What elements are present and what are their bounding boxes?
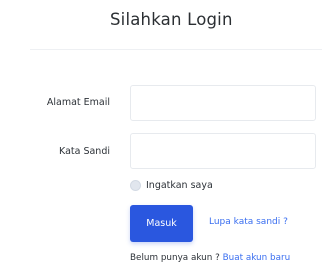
register-link[interactable]: Buat akun baru: [223, 253, 291, 263]
remember-me[interactable]: Ingatkan saya: [130, 178, 213, 192]
title-divider: [30, 49, 322, 50]
login-page: Silahkan Login Alamat Email Kata Sandi I…: [0, 0, 322, 270]
password-label: Kata Sandi: [59, 146, 110, 157]
remember-label[interactable]: Ingatkan saya: [146, 180, 213, 191]
login-button[interactable]: Masuk: [130, 205, 193, 242]
email-label: Alamat Email: [46, 97, 110, 108]
email-field[interactable]: [130, 85, 316, 121]
register-line: Belum punya akun ? Buat akun baru: [130, 253, 290, 263]
remember-checkbox[interactable]: [130, 179, 141, 191]
forgot-password-link[interactable]: Lupa kata sandi ?: [209, 217, 288, 227]
register-prompt: Belum punya akun ?: [130, 253, 223, 263]
password-field[interactable]: [130, 133, 316, 169]
page-title: Silahkan Login: [110, 10, 233, 29]
